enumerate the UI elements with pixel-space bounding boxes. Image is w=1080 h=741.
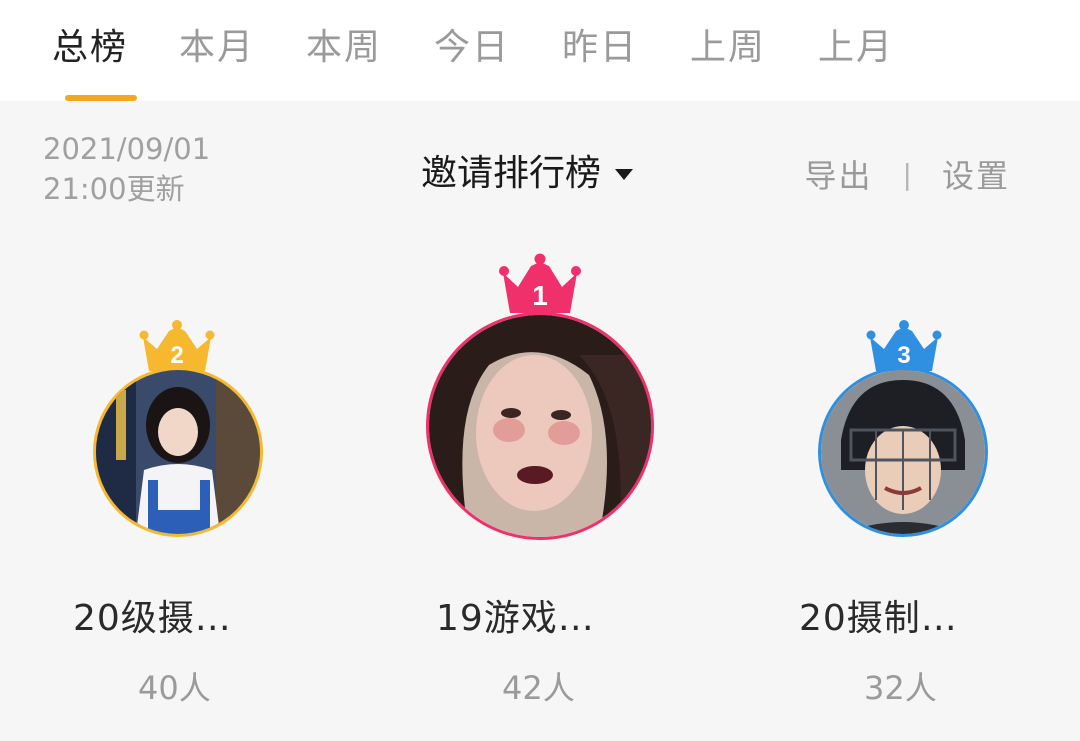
update-date: 2021/09/01 [43,132,211,166]
avatar[interactable] [818,367,988,537]
board-title: 邀请排行榜 [421,153,602,194]
group-name: 19游戏… [436,598,595,639]
tab-today[interactable]: 今日 [434,22,510,74]
crown-icon: 1 [499,253,581,313]
board-type-dropdown[interactable]: 邀请排行榜 [421,149,634,199]
rank-number: 1 [532,280,548,311]
member-count: 40人 [138,669,211,707]
avatar[interactable] [426,312,654,540]
tab-last-week[interactable]: 上周 [690,22,766,74]
rank-number: 3 [897,342,910,369]
action-separator: | [902,157,912,191]
tab-bar: 总榜 本月 本周 今日 昨日 上周 上月 [0,0,1080,101]
member-count: 32人 [864,669,937,707]
caret-down-icon [615,168,634,180]
leaderboard-panel: 2021/09/01 21:00更新 邀请排行榜 导出 | 设置 2 20级摄…… [0,101,1080,741]
settings-button[interactable]: 设置 [942,151,1010,197]
tab-this-month[interactable]: 本月 [179,22,255,74]
group-name: 20摄制… [799,598,958,639]
rank-number: 2 [170,342,183,369]
member-count: 42人 [502,669,575,707]
update-clock: 21:00更新 [43,172,185,206]
tab-yesterday[interactable]: 昨日 [562,22,638,74]
avatar[interactable] [93,367,263,537]
update-time: 2021/09/01 21:00更新 [43,129,210,209]
tab-this-week[interactable]: 本周 [306,22,382,74]
tab-last-month[interactable]: 上月 [818,22,894,74]
header-actions: 导出 | 设置 [805,151,1010,197]
tab-overall[interactable]: 总榜 [52,22,128,74]
export-button[interactable]: 导出 [805,151,873,197]
group-name: 20级摄… [73,598,232,639]
